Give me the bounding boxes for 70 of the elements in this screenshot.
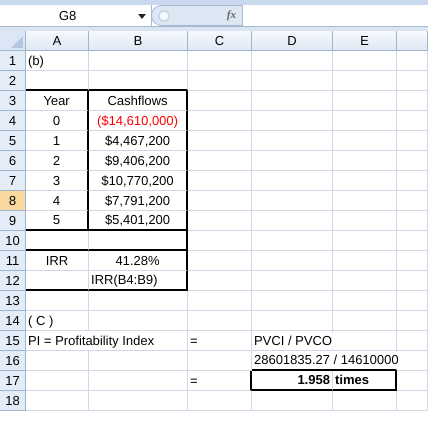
cell-text: Cashflows — [106, 92, 170, 108]
grid-cell[interactable]: 28601835.27 / 14610000 — [252, 351, 397, 371]
grid-cell[interactable]: 0 — [26, 111, 89, 131]
cell-text: $10,770,200 — [99, 172, 176, 188]
grip-icon — [158, 10, 170, 22]
grid-cell[interactable]: = — [188, 371, 252, 391]
row-header[interactable]: 12 — [0, 271, 26, 291]
row-header[interactable]: 6 — [0, 151, 26, 171]
row-header[interactable]: 10 — [0, 231, 26, 251]
grid-cell[interactable]: 2 — [26, 151, 89, 171]
row-header[interactable]: 9 — [0, 211, 26, 231]
column-header[interactable]: E — [333, 31, 397, 50]
select-all-button[interactable] — [0, 31, 26, 50]
triangle-icon — [11, 36, 23, 48]
grid-cell[interactable]: 41.28% — [89, 251, 188, 271]
row-header[interactable]: 2 — [0, 71, 26, 91]
grid-cell[interactable]: PI = Profitability Index — [26, 331, 188, 351]
cell-text: $5,401,200 — [102, 212, 172, 228]
column-header[interactable]: A — [26, 31, 89, 50]
cell-text: IRR(B4:B9) — [89, 272, 160, 288]
row-header[interactable]: 3 — [0, 91, 26, 111]
cell-text: ($14,610,000) — [95, 112, 180, 128]
row-header[interactable]: 18 — [0, 391, 26, 411]
column-header[interactable]: D — [252, 31, 333, 50]
grid-cell[interactable]: $7,791,200 — [89, 191, 188, 211]
row-header[interactable]: 15 — [0, 331, 26, 351]
cell-text: $7,791,200 — [102, 192, 172, 208]
row-header[interactable]: 4 — [0, 111, 26, 131]
grid-cell[interactable]: IRR(B4:B9) — [89, 271, 188, 291]
grid-cell[interactable]: $9,406,200 — [89, 151, 188, 171]
grid-cell[interactable]: $10,770,200 — [89, 171, 188, 191]
grid-cell[interactable]: 1.958 — [252, 371, 333, 391]
dropdown-icon — [138, 14, 146, 19]
column-header[interactable]: B — [89, 31, 188, 50]
row-header[interactable]: 11 — [0, 251, 26, 271]
column-header[interactable] — [397, 31, 428, 50]
grid-cell[interactable]: Cashflows — [89, 91, 188, 111]
function-button[interactable]: fx — [226, 7, 236, 24]
cell-text: 3 — [50, 172, 62, 188]
grid-cell[interactable]: 4 — [26, 191, 89, 211]
grid-cell[interactable]: $5,401,200 — [89, 211, 188, 231]
grid-cell[interactable] — [89, 231, 188, 251]
grid-cell[interactable]: = — [188, 331, 252, 351]
grid-cell[interactable]: 3 — [26, 171, 89, 191]
cell-text: ( C ) — [26, 312, 56, 328]
cell-text: PI = Profitability Index — [26, 332, 156, 348]
row-header[interactable]: 1 — [0, 51, 26, 71]
grid-cell[interactable]: ( C ) — [26, 311, 89, 331]
cell-text: (b) — [26, 52, 46, 68]
row-header[interactable]: 7 — [0, 171, 26, 191]
row-header[interactable]: 14 — [0, 311, 26, 331]
cell-text: 0 — [50, 112, 62, 128]
grid-cell[interactable]: 5 — [26, 211, 89, 231]
cell-text: $4,467,200 — [102, 132, 172, 148]
row-header[interactable]: 8 — [0, 191, 26, 211]
row-header[interactable]: 16 — [0, 351, 26, 371]
row-header[interactable]: 5 — [0, 131, 26, 151]
grid-cell[interactable]: Year — [26, 91, 89, 111]
grid-cell[interactable]: ($14,610,000) — [89, 111, 188, 131]
cell-text: $9,406,200 — [102, 152, 172, 168]
cell-text: 28601835.27 / 14610000 — [252, 352, 401, 368]
grid-cell[interactable]: $4,467,200 — [89, 131, 188, 151]
cell-text: 41.28% — [113, 252, 162, 268]
grid-cell[interactable]: times — [333, 371, 397, 391]
grid-cell[interactable]: (b) — [26, 51, 89, 71]
row-header[interactable]: 13 — [0, 291, 26, 311]
grid-cell[interactable]: 1 — [26, 131, 89, 151]
column-header[interactable]: C — [188, 31, 252, 50]
row-header[interactable]: 17 — [0, 371, 26, 391]
grid-cell[interactable]: IRR — [26, 251, 89, 271]
